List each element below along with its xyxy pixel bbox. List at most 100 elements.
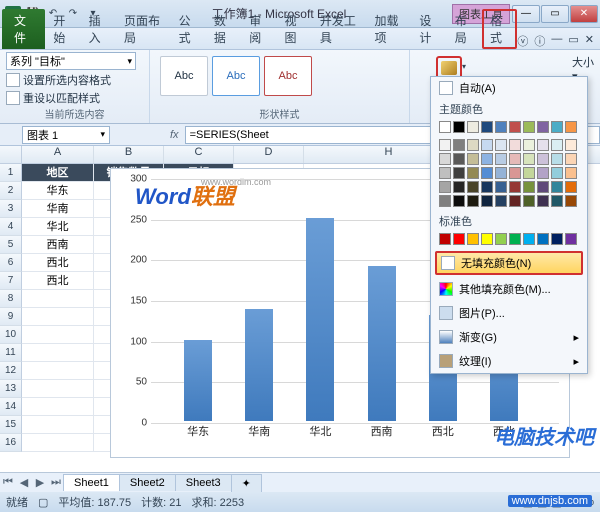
shape-style-1[interactable]: Abc	[160, 56, 208, 96]
fill-auto-item[interactable]: 自动(A)	[431, 77, 587, 99]
macro-record-icon[interactable]: ▢	[38, 496, 48, 509]
color-swatch[interactable]	[551, 139, 563, 151]
row-header[interactable]: 15	[0, 416, 22, 434]
inner-min-icon[interactable]: —	[551, 33, 562, 49]
inner-close-icon[interactable]: ✕	[585, 33, 594, 49]
tab-formulas[interactable]: 公式	[171, 9, 206, 49]
cell[interactable]: 西南	[22, 236, 94, 254]
tab-data[interactable]: 数据	[206, 9, 241, 49]
color-swatch[interactable]	[481, 233, 493, 245]
row-header[interactable]: 7	[0, 272, 22, 290]
color-swatch[interactable]	[537, 233, 549, 245]
gradient-fill-item[interactable]: 渐变(G)▸	[431, 325, 587, 349]
color-swatch[interactable]	[565, 139, 577, 151]
color-swatch[interactable]	[439, 181, 451, 193]
color-swatch[interactable]	[551, 181, 563, 193]
tab-addins[interactable]: 加载项	[366, 9, 411, 49]
sheet-tab[interactable]: Sheet3	[175, 474, 232, 491]
tab-design[interactable]: 设计	[411, 9, 446, 49]
sheet-tab[interactable]: Sheet1	[63, 474, 120, 491]
color-swatch[interactable]	[509, 181, 521, 193]
cell[interactable]	[22, 308, 94, 326]
color-swatch[interactable]	[537, 195, 549, 207]
tab-review[interactable]: 审阅	[241, 9, 276, 49]
color-swatch[interactable]	[523, 167, 535, 179]
color-swatch[interactable]	[537, 153, 549, 165]
color-swatch[interactable]	[453, 121, 465, 133]
row-header[interactable]: 5	[0, 236, 22, 254]
tab-nav-prev-icon[interactable]: ◀	[16, 476, 32, 489]
color-swatch[interactable]	[453, 181, 465, 193]
cell[interactable]	[22, 416, 94, 434]
color-swatch[interactable]	[523, 195, 535, 207]
tab-nav-next-icon[interactable]: ▶	[32, 476, 48, 489]
color-swatch[interactable]	[439, 121, 451, 133]
color-swatch[interactable]	[537, 139, 549, 151]
cell[interactable]: 西北	[22, 254, 94, 272]
sheet-tab[interactable]: Sheet2	[119, 474, 176, 491]
file-tab[interactable]: 文件	[2, 9, 45, 49]
name-box[interactable]: 图表 1	[22, 126, 110, 144]
cell[interactable]	[22, 434, 94, 452]
tab-view[interactable]: 视图	[277, 9, 312, 49]
more-colors-item[interactable]: 其他填充颜色(M)...	[431, 277, 587, 301]
color-swatch[interactable]	[467, 153, 479, 165]
color-swatch[interactable]	[467, 121, 479, 133]
picture-fill-item[interactable]: 图片(P)...	[431, 301, 587, 325]
tab-home[interactable]: 开始	[45, 9, 80, 49]
color-swatch[interactable]	[453, 233, 465, 245]
cell[interactable]: 华东	[22, 182, 94, 200]
color-swatch[interactable]	[439, 139, 451, 151]
minimize-ribbon-icon[interactable]: ⓥ	[517, 33, 528, 49]
row-header[interactable]: 2	[0, 182, 22, 200]
cell[interactable]	[22, 344, 94, 362]
color-swatch[interactable]	[551, 121, 563, 133]
color-swatch[interactable]	[495, 121, 507, 133]
cell[interactable]: 华南	[22, 200, 94, 218]
color-swatch[interactable]	[565, 181, 577, 193]
row-header[interactable]: 9	[0, 308, 22, 326]
cell[interactable]	[22, 398, 94, 416]
color-swatch[interactable]	[565, 167, 577, 179]
color-swatch[interactable]	[495, 153, 507, 165]
color-swatch[interactable]	[467, 167, 479, 179]
cell[interactable]: 地区	[22, 164, 94, 182]
shape-style-gallery[interactable]: Abc Abc Abc	[156, 52, 403, 100]
color-swatch[interactable]	[467, 181, 479, 193]
shape-style-3[interactable]: Abc	[264, 56, 312, 96]
cell[interactable]	[22, 380, 94, 398]
color-swatch[interactable]	[565, 153, 577, 165]
color-swatch[interactable]	[481, 153, 493, 165]
shape-style-2[interactable]: Abc	[212, 56, 260, 96]
col-header[interactable]: B	[94, 146, 164, 163]
row-header[interactable]: 11	[0, 344, 22, 362]
color-swatch[interactable]	[481, 139, 493, 151]
cell[interactable]	[22, 290, 94, 308]
chart-bar[interactable]	[245, 309, 273, 421]
color-swatch[interactable]	[537, 167, 549, 179]
cell[interactable]: 西北	[22, 272, 94, 290]
color-swatch[interactable]	[509, 153, 521, 165]
new-sheet-button[interactable]: ✦	[231, 474, 262, 492]
color-swatch[interactable]	[495, 167, 507, 179]
col-header[interactable]: A	[22, 146, 94, 163]
tab-layout[interactable]: 布局	[447, 9, 482, 49]
fx-icon[interactable]: fx	[170, 129, 179, 141]
color-swatch[interactable]	[523, 233, 535, 245]
no-fill-item[interactable]: 无填充颜色(N)	[435, 251, 583, 275]
color-swatch[interactable]	[509, 233, 521, 245]
color-swatch[interactable]	[495, 233, 507, 245]
col-header[interactable]: C	[164, 146, 234, 163]
chart-bar[interactable]	[184, 340, 212, 421]
chart-bar[interactable]	[306, 218, 334, 421]
chart-bar[interactable]	[368, 266, 396, 421]
color-swatch[interactable]	[509, 139, 521, 151]
color-swatch[interactable]	[439, 195, 451, 207]
select-all-corner[interactable]	[0, 146, 22, 163]
color-swatch[interactable]	[523, 121, 535, 133]
cell[interactable]: 华北	[22, 218, 94, 236]
color-swatch[interactable]	[481, 181, 493, 193]
color-swatch[interactable]	[523, 139, 535, 151]
color-swatch[interactable]	[495, 195, 507, 207]
close-button[interactable]: ✕	[570, 5, 598, 23]
